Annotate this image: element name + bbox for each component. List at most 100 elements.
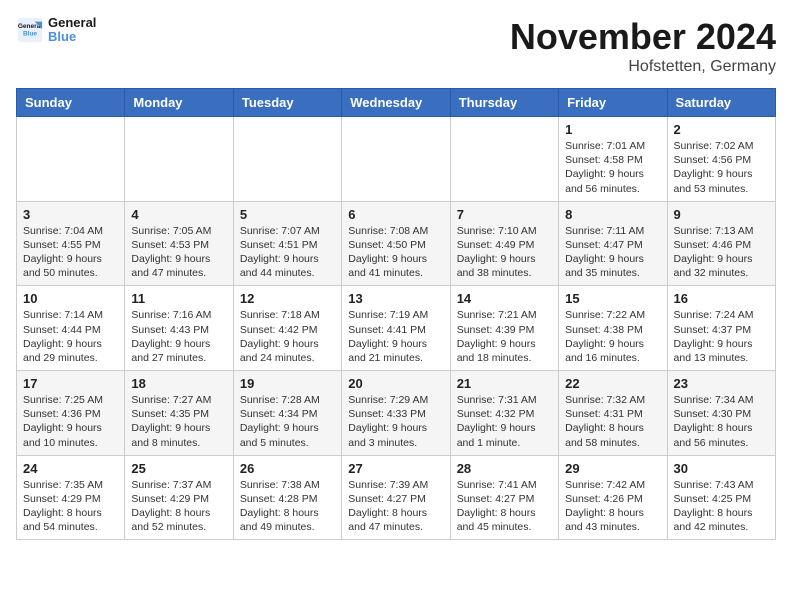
day-number: 22 <box>565 376 660 391</box>
day-number: 5 <box>240 207 335 222</box>
calendar-cell-2-5: 7 Sunrise: 7:10 AM Sunset: 4:49 PM Daylig… <box>450 201 558 286</box>
month-title: November 2024 <box>510 16 776 58</box>
day-info: Sunrise: 7:22 AM Sunset: 4:38 PM Dayligh… <box>565 308 660 365</box>
day-number: 6 <box>348 207 443 222</box>
day-number: 1 <box>565 122 660 137</box>
day-info: Sunrise: 7:42 AM Sunset: 4:26 PM Dayligh… <box>565 478 660 535</box>
day-number: 16 <box>674 291 769 306</box>
day-number: 19 <box>240 376 335 391</box>
calendar-cell-5-5: 28 Sunrise: 7:41 AM Sunset: 4:27 PM Dayli… <box>450 455 558 540</box>
day-info: Sunrise: 7:14 AM Sunset: 4:44 PM Dayligh… <box>23 308 118 365</box>
day-info: Sunrise: 7:11 AM Sunset: 4:47 PM Dayligh… <box>565 224 660 281</box>
day-number: 2 <box>674 122 769 137</box>
column-header-wednesday: Wednesday <box>342 89 450 117</box>
day-info: Sunrise: 7:21 AM Sunset: 4:39 PM Dayligh… <box>457 308 552 365</box>
column-header-saturday: Saturday <box>667 89 775 117</box>
calendar-cell-3-6: 15 Sunrise: 7:22 AM Sunset: 4:38 PM Dayli… <box>559 286 667 371</box>
day-info: Sunrise: 7:16 AM Sunset: 4:43 PM Dayligh… <box>131 308 226 365</box>
day-number: 14 <box>457 291 552 306</box>
day-number: 18 <box>131 376 226 391</box>
day-number: 27 <box>348 461 443 476</box>
calendar-cell-1-5 <box>450 117 558 202</box>
day-info: Sunrise: 7:28 AM Sunset: 4:34 PM Dayligh… <box>240 393 335 450</box>
calendar-cell-3-4: 13Sunrise: 7:19 AM Sunset: 4:41 PM Dayli… <box>342 286 450 371</box>
day-info: Sunrise: 7:41 AM Sunset: 4:27 PM Dayligh… <box>457 478 552 535</box>
calendar-cell-5-4: 27 Sunrise: 7:39 AM Sunset: 4:27 PM Dayli… <box>342 455 450 540</box>
calendar-cell-3-3: 12 Sunrise: 7:18 AM Sunset: 4:42 PM Dayli… <box>233 286 341 371</box>
column-header-tuesday: Tuesday <box>233 89 341 117</box>
day-info: Sunrise: 7:04 AM Sunset: 4:55 PM Dayligh… <box>23 224 118 281</box>
day-number: 7 <box>457 207 552 222</box>
day-info: Sunrise: 7:19 AM Sunset: 4:41 PM Dayligh… <box>348 308 443 365</box>
week-row-3: 10 Sunrise: 7:14 AM Sunset: 4:44 PM Dayli… <box>17 286 776 371</box>
day-info: Sunrise: 7:37 AM Sunset: 4:29 PM Dayligh… <box>131 478 226 535</box>
location: Hofstetten, Germany <box>510 58 776 76</box>
day-number: 30 <box>674 461 769 476</box>
day-number: 17 <box>23 376 118 391</box>
day-number: 23 <box>674 376 769 391</box>
calendar-cell-4-4: 20 Sunrise: 7:29 AM Sunset: 4:33 PM Dayli… <box>342 371 450 456</box>
logo: General Blue General Blue <box>16 16 96 45</box>
svg-text:Blue: Blue <box>23 31 37 38</box>
calendar-cell-4-3: 19 Sunrise: 7:28 AM Sunset: 4:34 PM Dayli… <box>233 371 341 456</box>
day-info: Sunrise: 7:18 AM Sunset: 4:42 PM Dayligh… <box>240 308 335 365</box>
calendar-cell-1-4 <box>342 117 450 202</box>
column-header-thursday: Thursday <box>450 89 558 117</box>
column-header-friday: Friday <box>559 89 667 117</box>
day-number: 20 <box>348 376 443 391</box>
calendar-cell-3-1: 10 Sunrise: 7:14 AM Sunset: 4:44 PM Dayli… <box>17 286 125 371</box>
day-info: Sunrise: 7:35 AM Sunset: 4:29 PM Dayligh… <box>23 478 118 535</box>
day-number: 28 <box>457 461 552 476</box>
day-info: Sunrise: 7:32 AM Sunset: 4:31 PM Dayligh… <box>565 393 660 450</box>
calendar-cell-1-2 <box>125 117 233 202</box>
day-info: Sunrise: 7:01 AM Sunset: 4:58 PM Dayligh… <box>565 139 660 196</box>
day-info: Sunrise: 7:07 AM Sunset: 4:51 PM Dayligh… <box>240 224 335 281</box>
day-info: Sunrise: 7:29 AM Sunset: 4:33 PM Dayligh… <box>348 393 443 450</box>
calendar-cell-1-1 <box>17 117 125 202</box>
calendar-cell-4-5: 21 Sunrise: 7:31 AM Sunset: 4:32 PM Dayli… <box>450 371 558 456</box>
day-number: 29 <box>565 461 660 476</box>
day-number: 4 <box>131 207 226 222</box>
day-number: 8 <box>565 207 660 222</box>
column-header-monday: Monday <box>125 89 233 117</box>
calendar-cell-1-6: 1 Sunrise: 7:01 AM Sunset: 4:58 PM Daylig… <box>559 117 667 202</box>
calendar-cell-4-1: 17Sunrise: 7:25 AM Sunset: 4:36 PM Dayli… <box>17 371 125 456</box>
day-info: Sunrise: 7:24 AM Sunset: 4:37 PM Dayligh… <box>674 308 769 365</box>
calendar-cell-2-2: 4Sunrise: 7:05 AM Sunset: 4:53 PM Daylig… <box>125 201 233 286</box>
day-number: 26 <box>240 461 335 476</box>
calendar-cell-2-6: 8 Sunrise: 7:11 AM Sunset: 4:47 PM Daylig… <box>559 201 667 286</box>
week-row-4: 17Sunrise: 7:25 AM Sunset: 4:36 PM Dayli… <box>17 371 776 456</box>
day-number: 3 <box>23 207 118 222</box>
day-info: Sunrise: 7:10 AM Sunset: 4:49 PM Dayligh… <box>457 224 552 281</box>
day-info: Sunrise: 7:31 AM Sunset: 4:32 PM Dayligh… <box>457 393 552 450</box>
day-number: 10 <box>23 291 118 306</box>
calendar-cell-1-3 <box>233 117 341 202</box>
logo-text-line2: Blue <box>48 30 96 44</box>
day-info: Sunrise: 7:08 AM Sunset: 4:50 PM Dayligh… <box>348 224 443 281</box>
day-info: Sunrise: 7:43 AM Sunset: 4:25 PM Dayligh… <box>674 478 769 535</box>
day-number: 25 <box>131 461 226 476</box>
day-number: 24 <box>23 461 118 476</box>
logo-text-line1: General <box>48 16 96 30</box>
calendar-cell-1-7: 2 Sunrise: 7:02 AM Sunset: 4:56 PM Daylig… <box>667 117 775 202</box>
day-info: Sunrise: 7:34 AM Sunset: 4:30 PM Dayligh… <box>674 393 769 450</box>
calendar-cell-2-7: 9Sunrise: 7:13 AM Sunset: 4:46 PM Daylig… <box>667 201 775 286</box>
calendar-cell-3-7: 16 Sunrise: 7:24 AM Sunset: 4:37 PM Dayli… <box>667 286 775 371</box>
day-number: 21 <box>457 376 552 391</box>
day-number: 15 <box>565 291 660 306</box>
calendar-cell-3-2: 11Sunrise: 7:16 AM Sunset: 4:43 PM Dayli… <box>125 286 233 371</box>
day-number: 12 <box>240 291 335 306</box>
calendar-cell-5-2: 25 Sunrise: 7:37 AM Sunset: 4:29 PM Dayli… <box>125 455 233 540</box>
calendar-cell-4-6: 22 Sunrise: 7:32 AM Sunset: 4:31 PM Dayli… <box>559 371 667 456</box>
calendar-cell-5-6: 29 Sunrise: 7:42 AM Sunset: 4:26 PM Dayli… <box>559 455 667 540</box>
logo-icon: General Blue <box>16 16 44 44</box>
calendar-header-row: SundayMondayTuesdayWednesdayThursdayFrid… <box>17 89 776 117</box>
day-info: Sunrise: 7:13 AM Sunset: 4:46 PM Dayligh… <box>674 224 769 281</box>
title-area: November 2024 Hofstetten, Germany <box>510 16 776 76</box>
calendar-cell-3-5: 14 Sunrise: 7:21 AM Sunset: 4:39 PM Dayli… <box>450 286 558 371</box>
week-row-2: 3 Sunrise: 7:04 AM Sunset: 4:55 PM Daylig… <box>17 201 776 286</box>
calendar-body: 1 Sunrise: 7:01 AM Sunset: 4:58 PM Daylig… <box>17 117 776 540</box>
calendar-cell-5-1: 24 Sunrise: 7:35 AM Sunset: 4:29 PM Dayli… <box>17 455 125 540</box>
day-info: Sunrise: 7:39 AM Sunset: 4:27 PM Dayligh… <box>348 478 443 535</box>
day-info: Sunrise: 7:02 AM Sunset: 4:56 PM Dayligh… <box>674 139 769 196</box>
